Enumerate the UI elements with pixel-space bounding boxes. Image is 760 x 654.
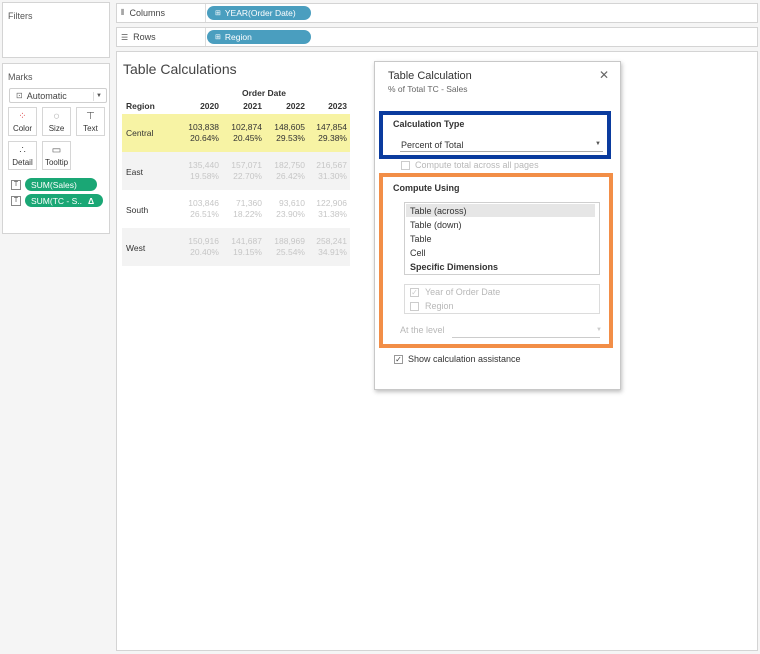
shelf-divider bbox=[205, 4, 206, 22]
year-header: 2023 bbox=[328, 101, 347, 111]
compute-total-checkbox[interactable] bbox=[401, 161, 410, 170]
rows-shelf-label: ☰ Rows bbox=[121, 32, 156, 42]
detail-label: Detail bbox=[12, 158, 33, 167]
columns-icon: ⦀ bbox=[121, 8, 125, 17]
dialog-title: Table Calculation bbox=[388, 70, 472, 82]
chevron-down-icon: ▼ bbox=[93, 92, 102, 101]
size-button[interactable]: ◌ Size bbox=[42, 107, 71, 136]
color-button[interactable]: ⁘ Color bbox=[8, 107, 37, 136]
sum-tc-sales-pill[interactable]: SUM(TC - S.. Δ bbox=[25, 194, 103, 207]
year-header: 2020 bbox=[200, 101, 219, 111]
rows-icon: ☰ bbox=[121, 32, 129, 42]
table-cell: 148,605 29.53% bbox=[274, 122, 305, 143]
dialog-subtitle: % of Total TC - Sales bbox=[388, 84, 468, 94]
size-icon: ◌ bbox=[53, 111, 60, 122]
compute-using-highlight-frame bbox=[379, 173, 613, 348]
year-header: 2021 bbox=[243, 101, 262, 111]
year-header: 2022 bbox=[286, 101, 305, 111]
tooltip-icon: ▭ bbox=[51, 145, 62, 156]
row-label-west: West bbox=[126, 243, 146, 253]
pill-label: SUM(Sales) bbox=[31, 179, 77, 190]
table-cell: 102,874 20.45% bbox=[231, 122, 262, 143]
table-cell: 182,750 26.42% bbox=[274, 160, 305, 181]
detail-icon: ∴ bbox=[19, 145, 26, 156]
year-order-date-pill[interactable]: ⊞ YEAR(Order Date) bbox=[207, 6, 311, 20]
table-calc-delta-icon: Δ bbox=[88, 195, 95, 206]
detail-button[interactable]: ∴ Detail bbox=[8, 141, 37, 170]
text-icon: ⊤ bbox=[86, 111, 95, 122]
close-icon[interactable]: ✕ bbox=[599, 68, 609, 82]
table-cell: 150,916 20.40% bbox=[188, 236, 219, 257]
table-cell: 141,687 19.15% bbox=[231, 236, 262, 257]
text-label: Text bbox=[83, 124, 98, 133]
table-cell: 103,846 26.51% bbox=[188, 198, 219, 219]
compute-total-label: Compute total across all pages bbox=[415, 160, 539, 170]
region-pill[interactable]: ⊞ Region bbox=[207, 30, 311, 44]
filters-title: Filters bbox=[8, 11, 33, 21]
sheet-title: Table Calculations bbox=[123, 61, 237, 77]
pill-label: YEAR(Order Date) bbox=[224, 8, 296, 18]
table-cell: 258,241 34.91% bbox=[316, 236, 347, 257]
show-assistance-checkbox[interactable]: ✓ bbox=[394, 355, 403, 364]
table-cell: 188,969 25.54% bbox=[274, 236, 305, 257]
table-cell: 103,838 20.64% bbox=[188, 122, 219, 143]
marks-field-row: T SUM(TC - S.. Δ bbox=[11, 194, 103, 207]
pill-label: SUM(TC - S.. bbox=[31, 195, 82, 206]
sum-sales-pill[interactable]: SUM(Sales) bbox=[25, 178, 97, 191]
text-mark-icon: T bbox=[11, 195, 21, 206]
color-icon: ⁘ bbox=[18, 111, 27, 122]
marks-card: Marks ⊡ Automatic ▼ ⁘ Color ◌ Size ⊤ Tex… bbox=[2, 63, 110, 234]
show-assistance-label: Show calculation assistance bbox=[408, 354, 521, 364]
table-cell: 122,906 31.38% bbox=[316, 198, 347, 219]
plus-box-icon: ⊞ bbox=[215, 34, 221, 41]
table-cell: 93,610 23.90% bbox=[276, 198, 305, 219]
plus-box-icon: ⊞ bbox=[215, 10, 221, 17]
region-header: Region bbox=[126, 101, 155, 111]
tooltip-label: Tooltip bbox=[44, 158, 69, 167]
columns-shelf-label: ⦀ Columns bbox=[121, 8, 165, 18]
table-cell: 157,071 22.70% bbox=[231, 160, 262, 181]
tooltip-button[interactable]: ▭ Tooltip bbox=[42, 141, 71, 170]
mark-type-icon: ⊡ bbox=[16, 91, 23, 100]
text-button[interactable]: ⊤ Text bbox=[76, 107, 105, 136]
pill-label: Region bbox=[224, 32, 252, 42]
shelf-divider bbox=[205, 28, 206, 46]
size-label: Size bbox=[48, 124, 65, 133]
table-cell: 147,854 29.38% bbox=[316, 122, 347, 143]
mark-type-dropdown[interactable]: ⊡ Automatic ▼ bbox=[9, 88, 107, 103]
row-label-central: Central bbox=[126, 128, 154, 138]
text-mark-icon: T bbox=[11, 179, 21, 190]
columns-label-text: Columns bbox=[129, 8, 166, 18]
calculation-type-highlight-frame bbox=[379, 111, 611, 159]
table-cell: 216,567 31.30% bbox=[316, 160, 347, 181]
row-label-east: East bbox=[126, 167, 144, 177]
row-label-south: South bbox=[126, 205, 149, 215]
rows-shelf[interactable]: ☰ Rows ⊞ Region bbox=[116, 27, 758, 47]
color-label: Color bbox=[12, 124, 33, 133]
table-cell: 71,360 18.22% bbox=[233, 198, 262, 219]
mark-type-label: Automatic bbox=[26, 90, 67, 101]
column-group-header: Order Date bbox=[242, 88, 286, 98]
filters-shelf[interactable]: Filters bbox=[2, 2, 110, 58]
columns-shelf[interactable]: ⦀ Columns ⊞ YEAR(Order Date) bbox=[116, 3, 758, 23]
table-cell: 135,440 19.58% bbox=[188, 160, 219, 181]
rows-label-text: Rows bbox=[133, 32, 156, 42]
marks-title: Marks bbox=[8, 72, 33, 82]
marks-field-row: T SUM(Sales) bbox=[11, 178, 97, 191]
